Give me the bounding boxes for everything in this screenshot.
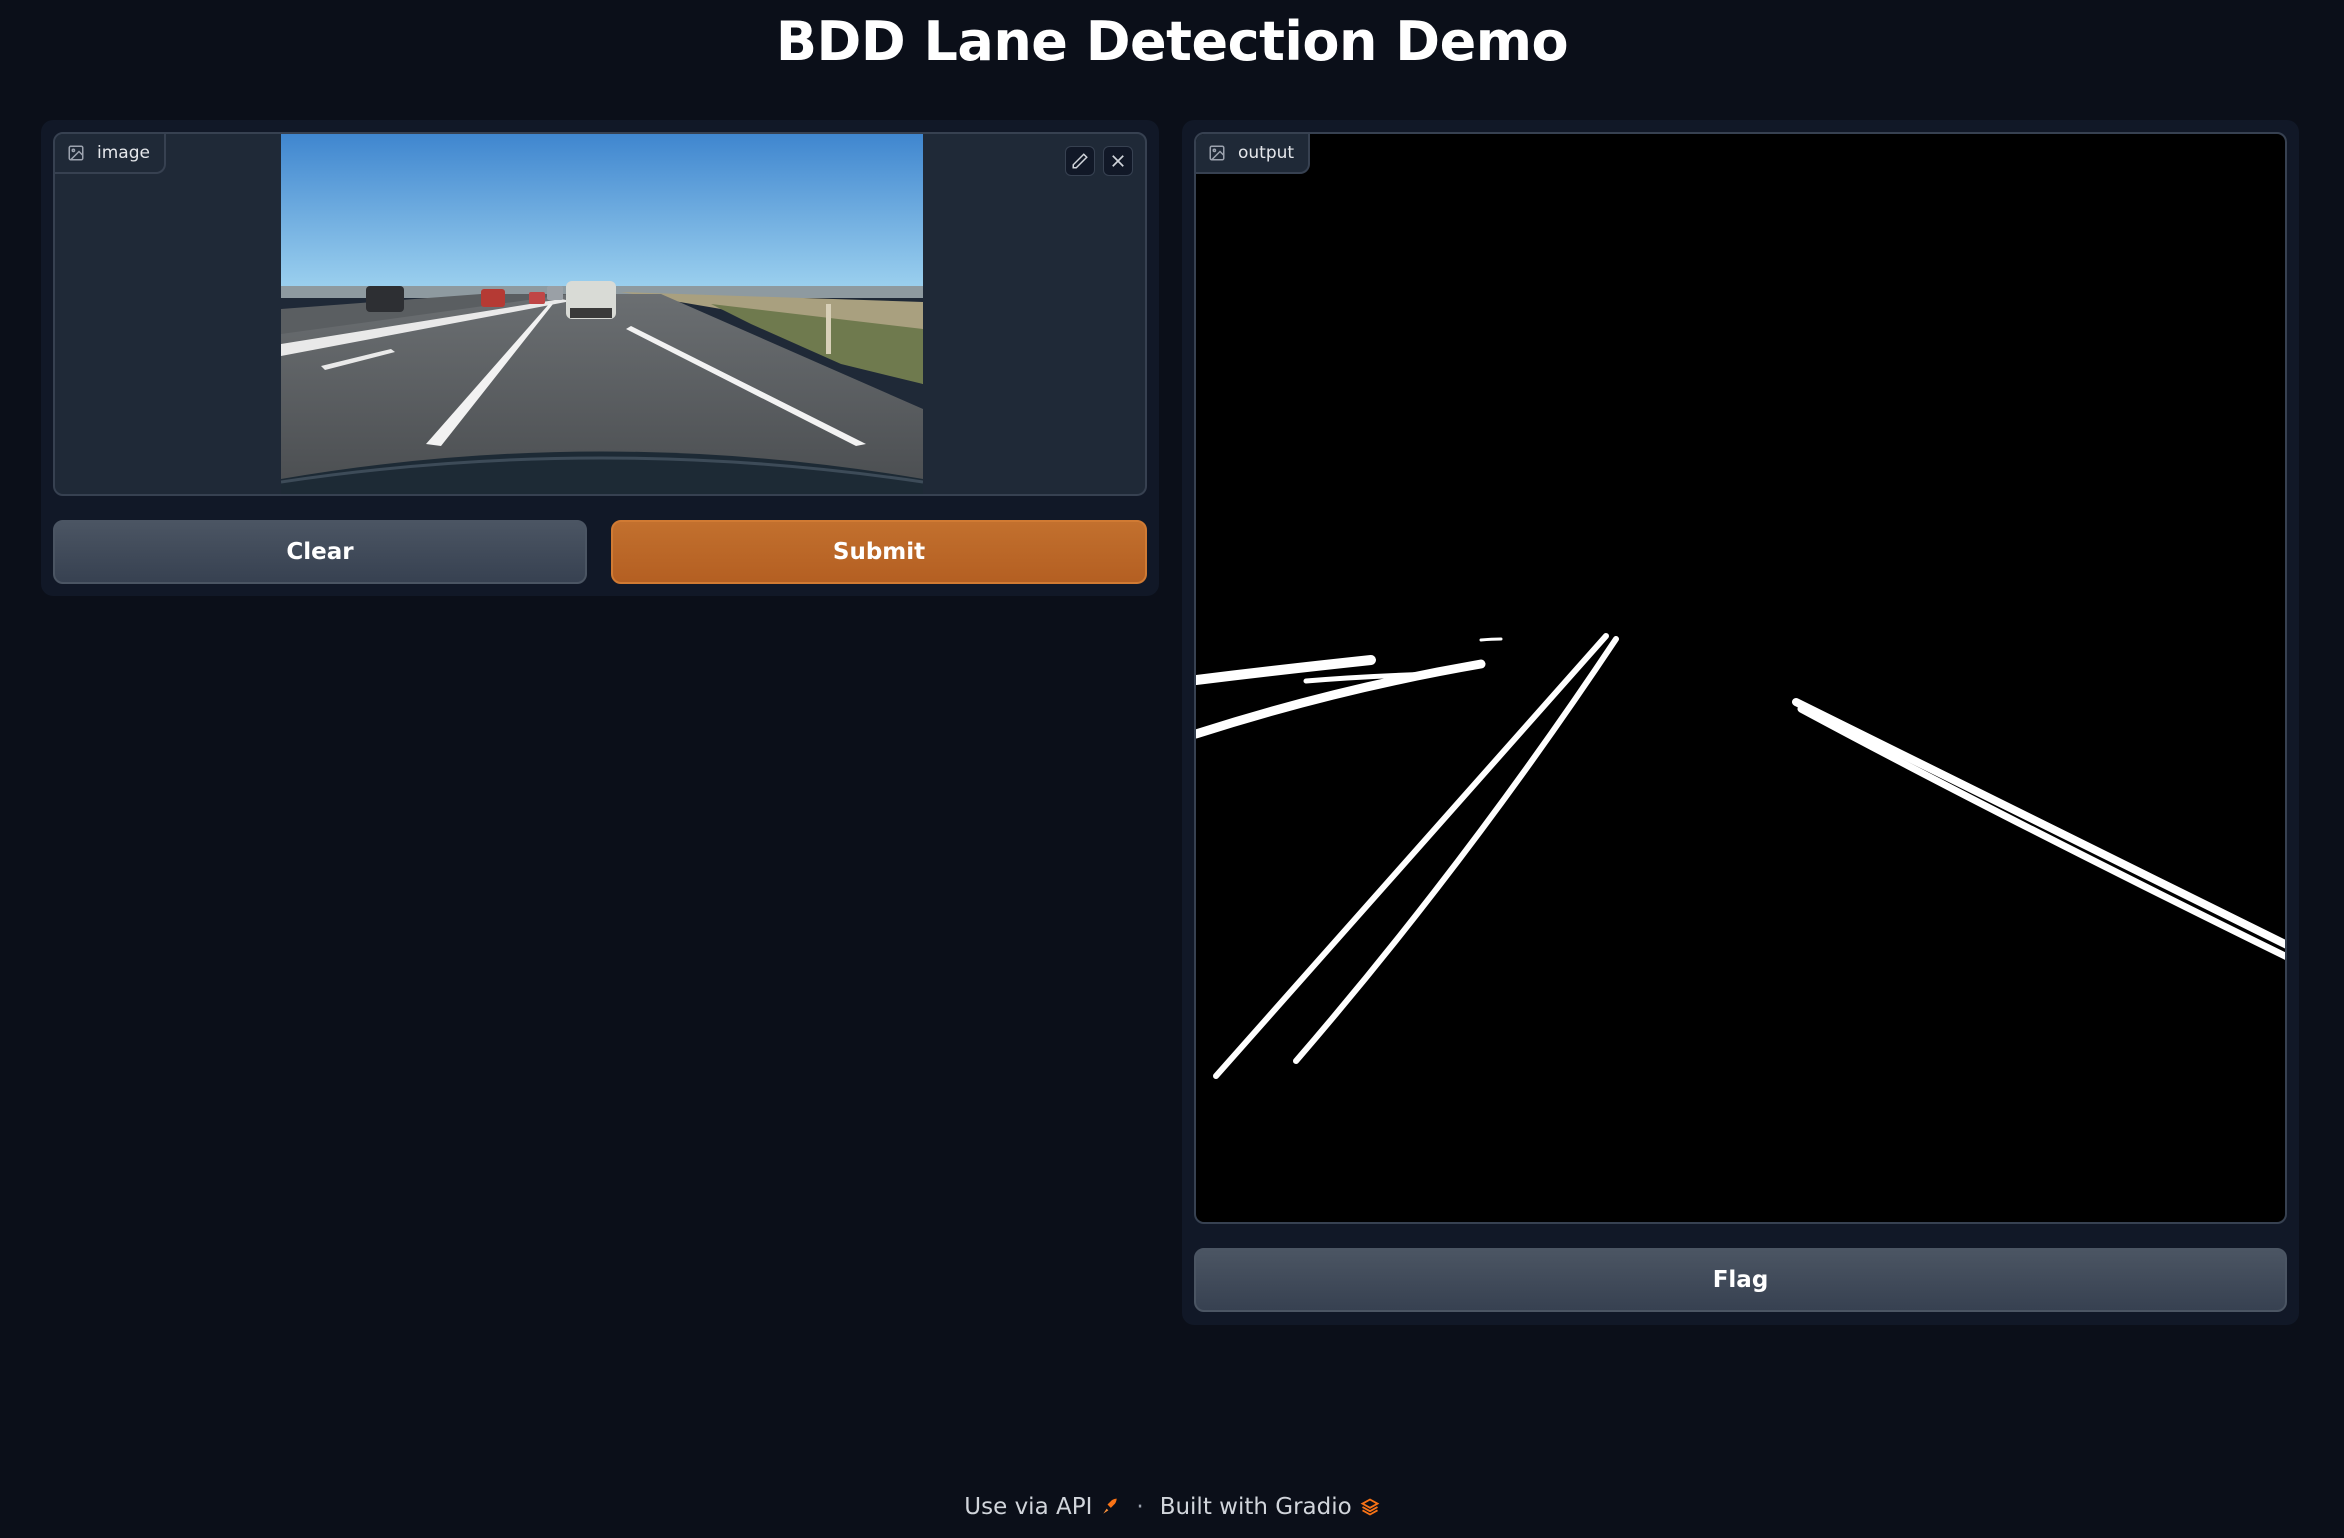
image-input[interactable]: image [53,132,1147,496]
image-label-tag: image [55,134,166,174]
gradio-link-label: Built with Gradio [1159,1494,1352,1520]
lane-mask [1196,633,2285,1079]
api-link[interactable]: Use via API [964,1494,1120,1520]
image-icon [68,145,84,161]
pencil-icon [1072,153,1088,169]
image-tools [1065,146,1133,176]
edit-button[interactable] [1065,146,1095,176]
remove-image-button[interactable] [1103,146,1133,176]
close-icon [1112,155,1124,167]
image-icon [1209,145,1225,161]
rocket-icon [1103,1498,1118,1514]
gradio-logo-icon [1360,1498,1380,1516]
clear-button[interactable]: Clear [53,520,587,584]
submit-button[interactable]: Submit [611,520,1147,584]
road-photo [281,134,923,494]
flag-button[interactable]: Flag [1194,1248,2287,1312]
footer: Use via API · Built with Gradio [0,1494,2344,1520]
page: BDD Lane Detection Demo image Clear Subm… [0,0,2344,1538]
input-panel: image Clear Submit [41,120,1159,596]
output-image: output [1194,132,2287,1224]
output-panel: output Flag [1182,120,2299,1325]
output-label-tag: output [1196,134,1311,174]
footer-separator: · [1136,1494,1144,1520]
page-title: BDD Lane Detection Demo [775,10,1569,73]
image-label: image [97,143,150,163]
output-label: output [1238,143,1295,163]
gradio-link[interactable]: Built with Gradio [1160,1494,1380,1520]
api-link-label: Use via API [964,1494,1093,1520]
